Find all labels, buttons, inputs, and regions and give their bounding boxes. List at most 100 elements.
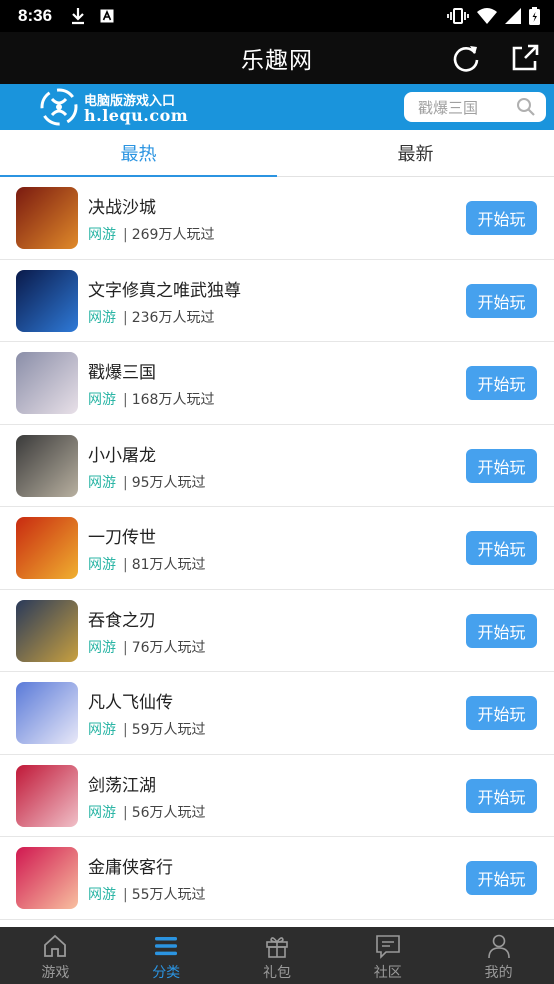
- game-name: 一刀传世: [88, 528, 156, 548]
- nav-games[interactable]: 游戏: [0, 927, 111, 984]
- vibrate-icon: [447, 8, 469, 24]
- list-item[interactable]: 决战沙城 网游 | 269万人玩过 开始玩: [0, 177, 554, 260]
- nav-community[interactable]: 社区: [332, 927, 443, 984]
- start-play-button[interactable]: 开始玩: [466, 448, 537, 483]
- list-item[interactable]: 凡人飞仙传 网游 | 59万人玩过 开始玩: [0, 672, 554, 755]
- tab-hottest[interactable]: 最热: [0, 130, 277, 177]
- game-list: 决战沙城 网游 | 269万人玩过 开始玩 文字修真之唯武独尊 网游 | 236万人玩过…: [0, 177, 554, 920]
- bottom-nav: 游戏 分类 礼包 社区 我的: [0, 927, 554, 984]
- game-meta: 网游 | 168万人玩过: [88, 392, 215, 408]
- game-tag: 网游: [88, 392, 116, 408]
- game-name: 戳爆三国: [88, 363, 156, 383]
- list-item[interactable]: 小小屠龙 网游 | 95万人玩过 开始玩: [0, 425, 554, 507]
- start-play-button[interactable]: 开始玩: [466, 613, 537, 648]
- game-name: 金庸侠客行: [88, 858, 173, 878]
- user-icon: [487, 934, 510, 959]
- home-icon: [44, 934, 67, 957]
- game-meta: 网游 | 56万人玩过: [88, 804, 206, 821]
- tab-label: 最热: [120, 144, 157, 165]
- game-icon[interactable]: [16, 517, 78, 579]
- game-icon[interactable]: [16, 682, 78, 744]
- game-plays: 81万人玩过: [131, 557, 206, 573]
- game-name: 吞食之刃: [88, 610, 156, 631]
- game-tag: 网游: [88, 474, 116, 491]
- list-item[interactable]: 一刀传世 网游 | 81万人玩过 开始玩: [0, 507, 554, 590]
- game-name: 决战沙城: [88, 198, 156, 218]
- logo-domain: h.lequ.com: [84, 106, 189, 125]
- list-item[interactable]: 金庸侠客行 网游 | 55万人玩过 开始玩: [0, 837, 554, 920]
- game-tag: 网游: [88, 887, 116, 903]
- start-play-button[interactable]: 开始玩: [466, 531, 537, 565]
- banner: 电脑版游戏入口 h.lequ.com 戳爆三国: [0, 84, 554, 130]
- game-tag: 网游: [88, 309, 116, 326]
- game-meta: 网游 | 76万人玩过: [88, 639, 206, 656]
- chat-icon: [375, 935, 400, 959]
- game-meta: 网游 | 269万人玩过: [88, 227, 215, 243]
- list-item[interactable]: 剑荡江湖 网游 | 56万人玩过 开始玩: [0, 755, 554, 837]
- game-icon[interactable]: [16, 269, 78, 332]
- app-bar: 乐趣网: [0, 32, 554, 84]
- game-plays: 55万人玩过: [131, 887, 206, 903]
- game-tag: 网游: [88, 722, 116, 738]
- app-title: 乐趣网: [241, 48, 313, 74]
- refresh-icon[interactable]: [449, 41, 483, 75]
- nav-mine[interactable]: 我的: [443, 927, 554, 984]
- nav-label: 礼包: [262, 965, 291, 981]
- gift-icon: [266, 937, 288, 958]
- game-name: 剑荡江湖: [88, 775, 156, 796]
- game-plays: 236万人玩过: [131, 309, 215, 326]
- a-icon: [100, 9, 114, 23]
- game-icon[interactable]: [16, 434, 78, 497]
- game-plays: 269万人玩过: [131, 227, 215, 243]
- list-item[interactable]: 戳爆三国 网游 | 168万人玩过 开始玩: [0, 342, 554, 425]
- start-play-button[interactable]: 开始玩: [466, 283, 537, 318]
- search-icon[interactable]: [516, 97, 536, 117]
- game-icon[interactable]: [16, 764, 78, 827]
- wifi-icon: [477, 8, 497, 24]
- game-name: 凡人飞仙传: [88, 693, 173, 713]
- game-icon[interactable]: [16, 187, 78, 249]
- start-play-button[interactable]: 开始玩: [466, 696, 537, 730]
- game-tag: 网游: [88, 804, 116, 821]
- game-meta: 网游 | 55万人玩过: [88, 887, 206, 903]
- list-item[interactable]: 文字修真之唯武独尊 网游 | 236万人玩过 开始玩: [0, 260, 554, 342]
- game-plays: 76万人玩过: [131, 639, 206, 656]
- start-play-button[interactable]: 开始玩: [466, 201, 537, 235]
- game-icon[interactable]: [16, 599, 78, 662]
- status-time: 8:36: [18, 6, 53, 25]
- game-tag: 网游: [88, 227, 116, 243]
- search-input[interactable]: 戳爆三国: [404, 92, 546, 122]
- tab-label: 最新: [397, 144, 434, 165]
- game-icon[interactable]: [16, 847, 78, 909]
- nav-gifts[interactable]: 礼包: [222, 927, 333, 984]
- nav-label: 社区: [373, 965, 402, 981]
- nav-label: 我的: [484, 965, 513, 981]
- tab-bar: 最热 最新: [0, 130, 554, 177]
- game-icon[interactable]: [16, 352, 78, 414]
- start-play-button[interactable]: 开始玩: [466, 861, 537, 895]
- nav-label: 分类: [152, 965, 181, 981]
- game-plays: 95万人玩过: [131, 474, 206, 491]
- game-plays: 168万人玩过: [131, 392, 215, 408]
- share-icon[interactable]: [508, 41, 542, 75]
- game-plays: 56万人玩过: [131, 804, 206, 821]
- game-meta: 网游 | 95万人玩过: [88, 474, 206, 491]
- start-play-button[interactable]: 开始玩: [466, 366, 537, 400]
- game-tag: 网游: [88, 557, 116, 573]
- nav-category[interactable]: 分类: [111, 927, 222, 984]
- nav-label: 游戏: [41, 965, 70, 981]
- game-meta: 网游 | 236万人玩过: [88, 309, 215, 326]
- start-play-button[interactable]: 开始玩: [466, 778, 537, 813]
- game-meta: 网游 | 59万人玩过: [88, 722, 206, 738]
- battery-icon: [529, 7, 540, 25]
- game-plays: 59万人玩过: [131, 722, 206, 738]
- download-icon: [72, 8, 85, 25]
- signal-icon: [505, 8, 521, 24]
- status-bar: 8:36: [0, 0, 554, 32]
- list-item[interactable]: 吞食之刃 网游 | 76万人玩过 开始玩: [0, 590, 554, 672]
- tab-newest[interactable]: 最新: [277, 130, 554, 176]
- lequ-logo-icon: [40, 88, 78, 126]
- game-name: 小小屠龙: [88, 445, 156, 466]
- menu-icon: [155, 937, 178, 956]
- game-meta: 网游 | 81万人玩过: [88, 557, 206, 573]
